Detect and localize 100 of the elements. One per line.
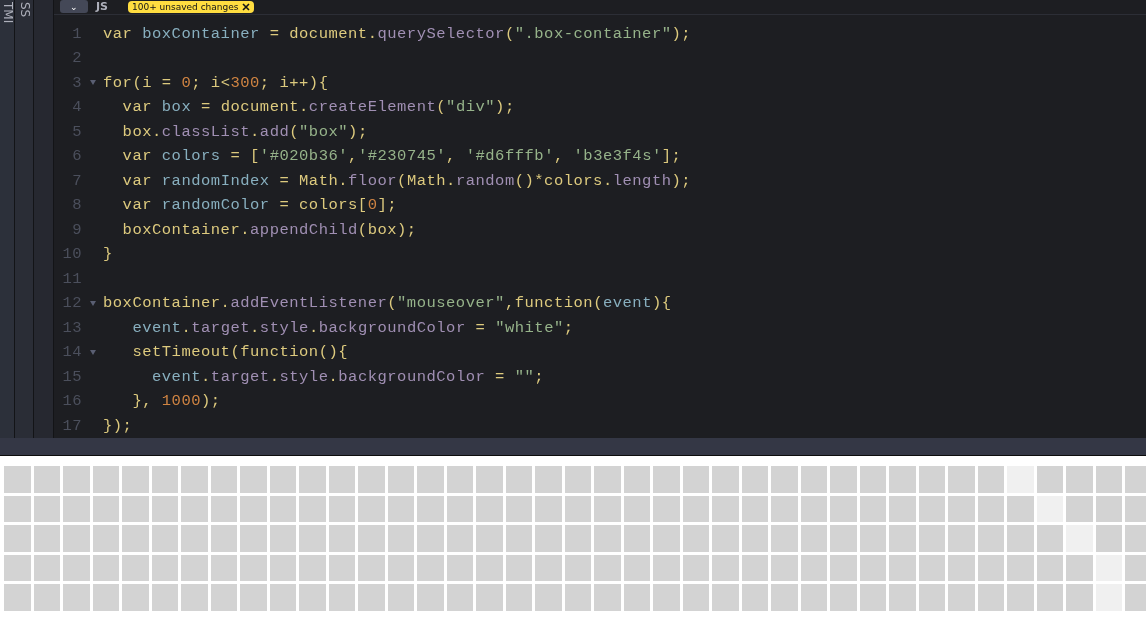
grid-box[interactable] (151, 554, 178, 581)
grid-box[interactable] (181, 466, 208, 493)
grid-box[interactable] (564, 466, 591, 493)
grid-box[interactable] (63, 525, 90, 552)
grid-box[interactable] (741, 466, 768, 493)
grid-box[interactable] (682, 554, 709, 581)
grid-box[interactable] (918, 466, 945, 493)
grid-box[interactable] (1036, 525, 1063, 552)
grid-box[interactable] (535, 525, 562, 552)
grid-box[interactable] (712, 495, 739, 522)
grid-box[interactable] (535, 554, 562, 581)
grid-box[interactable] (771, 554, 798, 581)
grid-box[interactable] (446, 584, 473, 611)
grid-box[interactable] (33, 525, 60, 552)
grid-box[interactable] (889, 584, 916, 611)
grid-box[interactable] (476, 554, 503, 581)
fold-arrow-icon[interactable] (89, 300, 96, 306)
grid-box[interactable] (1066, 554, 1093, 581)
grid-box[interactable] (181, 584, 208, 611)
grid-box[interactable] (682, 466, 709, 493)
grid-box[interactable] (358, 584, 385, 611)
grid-box[interactable] (387, 554, 414, 581)
grid-box[interactable] (889, 495, 916, 522)
grid-box[interactable] (328, 466, 355, 493)
grid-box[interactable] (771, 495, 798, 522)
grid-box[interactable] (918, 554, 945, 581)
grid-box[interactable] (476, 584, 503, 611)
grid-box[interactable] (269, 554, 296, 581)
grid-box[interactable] (505, 584, 532, 611)
grid-box[interactable] (505, 554, 532, 581)
grid-box[interactable] (918, 495, 945, 522)
grid-box[interactable] (712, 525, 739, 552)
grid-box[interactable] (682, 584, 709, 611)
grid-box[interactable] (387, 525, 414, 552)
grid-box[interactable] (948, 495, 975, 522)
grid-box[interactable] (977, 495, 1004, 522)
grid-box[interactable] (476, 466, 503, 493)
grid-box[interactable] (741, 554, 768, 581)
grid-box[interactable] (4, 466, 31, 493)
grid-box[interactable] (122, 466, 149, 493)
grid-box[interactable] (1095, 495, 1122, 522)
grid-box[interactable] (446, 495, 473, 522)
grid-box[interactable] (269, 495, 296, 522)
grid-box[interactable] (594, 584, 621, 611)
grid-box[interactable] (918, 525, 945, 552)
css-tab[interactable]: SS (17, 2, 31, 18)
grid-box[interactable] (1066, 495, 1093, 522)
grid-box[interactable] (210, 584, 237, 611)
grid-box[interactable] (446, 525, 473, 552)
grid-box[interactable] (594, 554, 621, 581)
grid-box[interactable] (594, 525, 621, 552)
grid-box[interactable] (92, 466, 119, 493)
grid-box[interactable] (387, 466, 414, 493)
grid-box[interactable] (299, 466, 326, 493)
grid-box[interactable] (210, 466, 237, 493)
grid-box[interactable] (653, 554, 680, 581)
grid-box[interactable] (122, 495, 149, 522)
grid-box[interactable] (417, 466, 444, 493)
close-icon[interactable] (242, 2, 251, 11)
grid-box[interactable] (328, 584, 355, 611)
grid-box[interactable] (328, 554, 355, 581)
grid-box[interactable] (417, 584, 444, 611)
grid-box[interactable] (948, 525, 975, 552)
grid-box[interactable] (741, 584, 768, 611)
grid-box[interactable] (682, 525, 709, 552)
grid-box[interactable] (712, 584, 739, 611)
grid-box[interactable] (1007, 525, 1034, 552)
grid-box[interactable] (948, 554, 975, 581)
grid-box[interactable] (594, 495, 621, 522)
grid-box[interactable] (1125, 584, 1146, 611)
grid-box[interactable] (387, 584, 414, 611)
grid-box[interactable] (446, 466, 473, 493)
grid-box[interactable] (564, 554, 591, 581)
grid-box[interactable] (122, 554, 149, 581)
grid-box[interactable] (181, 495, 208, 522)
grid-box[interactable] (269, 525, 296, 552)
grid-box[interactable] (800, 466, 827, 493)
grid-box[interactable] (1036, 584, 1063, 611)
grid-box[interactable] (240, 466, 267, 493)
grid-box[interactable] (594, 466, 621, 493)
grid-box[interactable] (859, 554, 886, 581)
grid-box[interactable] (977, 554, 1004, 581)
grid-box[interactable] (859, 525, 886, 552)
grid-box[interactable] (1095, 525, 1122, 552)
grid-box[interactable] (535, 584, 562, 611)
grid-box[interactable] (63, 554, 90, 581)
grid-box[interactable] (505, 466, 532, 493)
grid-box[interactable] (505, 495, 532, 522)
grid-box[interactable] (1007, 554, 1034, 581)
grid-box[interactable] (240, 554, 267, 581)
grid-box[interactable] (977, 466, 1004, 493)
grid-box[interactable] (1125, 466, 1146, 493)
grid-box[interactable] (151, 495, 178, 522)
grid-box[interactable] (889, 466, 916, 493)
grid-box[interactable] (948, 466, 975, 493)
grid-box[interactable] (535, 466, 562, 493)
grid-box[interactable] (417, 525, 444, 552)
grid-box[interactable] (653, 466, 680, 493)
grid-box[interactable] (417, 495, 444, 522)
grid-box[interactable] (151, 584, 178, 611)
